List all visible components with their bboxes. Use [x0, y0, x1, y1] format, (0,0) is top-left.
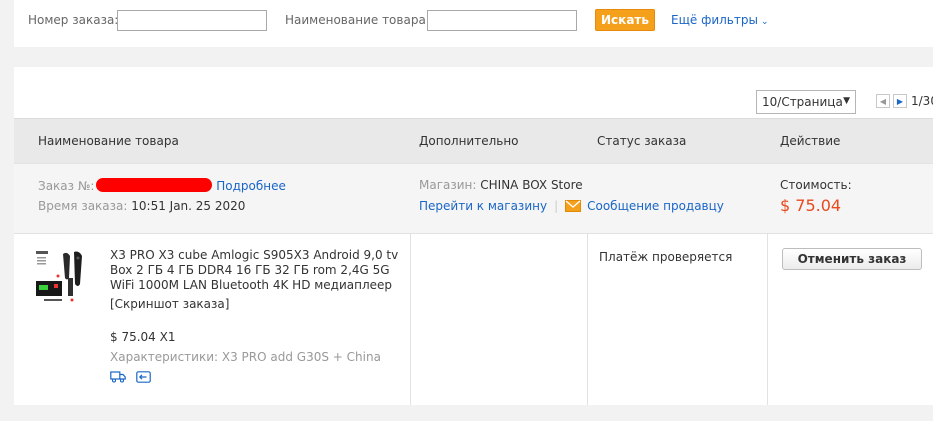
column-divider [767, 234, 768, 406]
store-info: Магазин: CHINA BOX Store [419, 178, 583, 192]
header-additional: Дополнительно [419, 134, 519, 148]
search-button[interactable]: Искать [595, 9, 655, 31]
link-separator: | [554, 199, 559, 213]
snapshot-link[interactable]: [Скриншот заказа] [110, 297, 229, 311]
details-link[interactable]: Подробнее [216, 179, 286, 193]
store-label: Магазин: [419, 178, 477, 192]
more-filters-label: Ещё фильтры [671, 13, 758, 27]
more-filters-link[interactable]: Ещё фильтры ⌄ [671, 13, 769, 27]
order-time-value: 10:51 Jan. 25 2020 [131, 199, 246, 213]
return-icon[interactable] [136, 371, 151, 383]
envelope-icon [565, 200, 582, 212]
order-item-row: X3 PRO X3 cube Amlogic S905X3 Android 9,… [14, 233, 933, 406]
dropdown-arrow-icon: ▼ [843, 96, 850, 106]
column-divider [587, 234, 588, 406]
column-divider [410, 234, 411, 406]
orders-panel: 10/Страница ▼ ◀ ▶ 1/30 Наименование това… [14, 67, 933, 421]
arrow-right-icon[interactable]: ▶ [893, 94, 907, 108]
store-actions: Перейти к магазину | Сообщение продавцу [419, 199, 724, 213]
order-number-label: Заказ №: [38, 179, 95, 193]
product-name-input[interactable] [427, 10, 577, 31]
order-number-input[interactable] [117, 10, 267, 31]
page-size-select[interactable]: 10/Страница ▼ [756, 90, 856, 114]
page-size-value: 10/Страница [762, 95, 843, 109]
header-action: Действие [780, 134, 841, 148]
product-name-label: Наименование товара: [285, 13, 430, 27]
store-name: CHINA BOX Store [480, 178, 583, 192]
truck-icon[interactable] [110, 371, 126, 383]
table-header: Наименование товара Дополнительно Статус… [14, 118, 933, 163]
order-summary-row: Заказ №: Подробнее Время заказа: 10:51 J… [14, 163, 933, 233]
cost-label: Стоимость: [780, 178, 852, 192]
order-number: Заказ №: Подробнее [38, 178, 286, 193]
product-specs: Характеристики: X3 PRO add G30S + China [110, 350, 381, 364]
order-time: Время заказа: 10:51 Jan. 25 2020 [38, 199, 245, 213]
order-number-label: Номер заказа: [28, 13, 119, 27]
price-quantity: $ 75.04 X1 [110, 330, 176, 344]
header-product-name: Наименование товара [38, 134, 179, 148]
search-panel: Номер заказа: Наименование товара: Искат… [14, 0, 933, 47]
header-order-status: Статус заказа [597, 134, 687, 148]
redacted-order-number [96, 178, 213, 192]
message-seller-link[interactable]: Сообщение продавцу [587, 199, 724, 213]
product-thumbnail[interactable] [34, 248, 88, 306]
go-to-store-link[interactable]: Перейти к магазину [419, 199, 547, 213]
arrow-left-icon[interactable]: ◀ [876, 94, 890, 108]
chevron-down-icon: ⌄ [760, 17, 769, 27]
page-info: 1/30 [911, 94, 933, 108]
order-status: Платёж проверяется [599, 250, 733, 264]
cost-value: $ 75.04 [780, 196, 842, 215]
product-title-link[interactable]: X3 PRO X3 cube Amlogic S905X3 Android 9,… [110, 248, 406, 293]
list-footer-strip [14, 405, 933, 421]
cancel-order-button[interactable]: Отменить заказ [782, 248, 922, 270]
order-time-label: Время заказа: [38, 199, 128, 213]
